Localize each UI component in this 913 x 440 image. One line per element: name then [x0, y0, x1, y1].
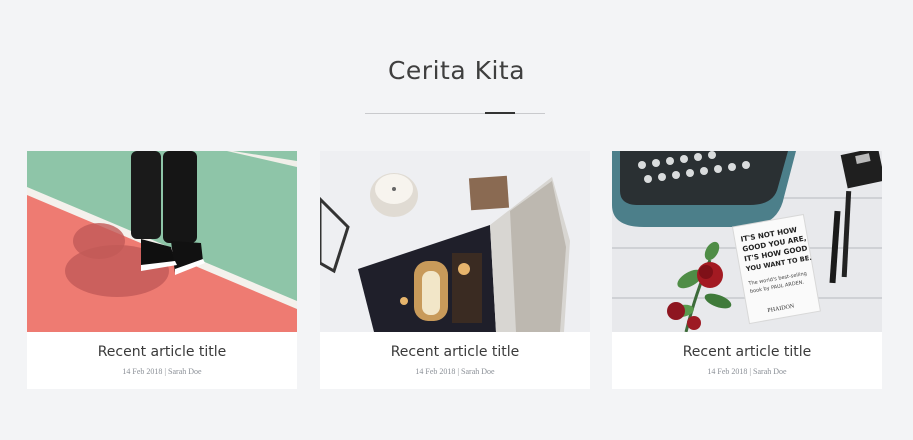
- article-title[interactable]: Recent article title: [27, 344, 297, 360]
- article-title[interactable]: Recent article title: [612, 344, 882, 360]
- article-author[interactable]: Sarah Doe: [753, 367, 787, 376]
- article-date: 14 Feb 2018: [122, 367, 163, 376]
- magazine-and-candle-photo: [320, 151, 590, 332]
- title-divider-accent: [485, 112, 515, 114]
- article-date: 14 Feb 2018: [415, 367, 456, 376]
- article-thumbnail-link[interactable]: [27, 151, 297, 332]
- article-meta: 14 Feb 2018 | Sarah Doe: [27, 367, 297, 376]
- article-thumbnail-link[interactable]: IT'S NOT HOW GOOD YOU ARE, IT'S HOW GOOD…: [612, 151, 882, 332]
- title-divider: [365, 113, 545, 114]
- article-card[interactable]: Recent article title 14 Feb 2018 | Sarah…: [320, 151, 590, 389]
- article-title[interactable]: Recent article title: [320, 344, 590, 360]
- article-meta: 14 Feb 2018 | Sarah Doe: [612, 367, 882, 376]
- article-card[interactable]: Recent article title 14 Feb 2018 | Sarah…: [27, 151, 297, 389]
- meta-separator: |: [164, 367, 167, 376]
- article-author[interactable]: Sarah Doe: [461, 367, 495, 376]
- article-date: 14 Feb 2018: [707, 367, 748, 376]
- meta-separator: |: [457, 367, 460, 376]
- article-card[interactable]: IT'S NOT HOW GOOD YOU ARE, IT'S HOW GOOD…: [612, 151, 882, 389]
- typewriter-book-rose-photo: IT'S NOT HOW GOOD YOU ARE, IT'S HOW GOOD…: [612, 151, 882, 332]
- article-thumbnail-link[interactable]: [320, 151, 590, 332]
- section-title: Cerita Kita: [387, 56, 526, 85]
- article-author[interactable]: Sarah Doe: [168, 367, 202, 376]
- meta-separator: |: [749, 367, 752, 376]
- article-meta: 14 Feb 2018 | Sarah Doe: [320, 367, 590, 376]
- sneakers-on-court-photo: [27, 151, 297, 332]
